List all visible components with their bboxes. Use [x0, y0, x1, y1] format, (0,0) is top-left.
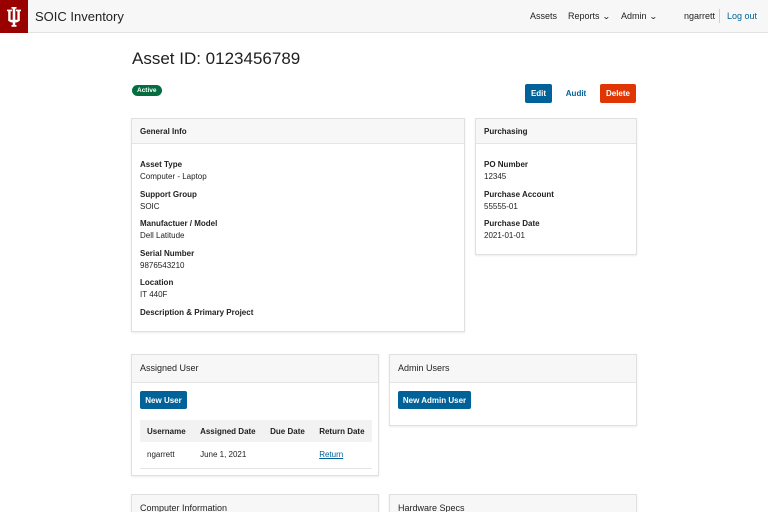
field-asset-type: Asset Type Computer - Laptop: [140, 160, 207, 181]
cell-username: ngarrett: [140, 442, 194, 469]
field-description: Description & Primary Project: [140, 308, 253, 320]
nav-admin-label: Admin: [621, 11, 647, 21]
chevron-down-icon: ⌄: [601, 11, 611, 21]
chevron-down-icon: ⌄: [648, 11, 658, 21]
nav-admin-menu[interactable]: Admin ⌄: [621, 11, 658, 21]
field-value: 2021-01-01: [484, 231, 525, 240]
field-value: Computer - Laptop: [140, 172, 207, 181]
column-assigned-date: Assigned Date: [193, 420, 264, 442]
logout-link[interactable]: Log out: [727, 11, 757, 21]
trident-logo-icon[interactable]: [0, 0, 28, 33]
edit-button[interactable]: Edit: [525, 84, 552, 103]
nav-divider: [719, 9, 720, 23]
field-value: 55555-01: [484, 202, 518, 211]
assigned-user-heading: Assigned User: [132, 355, 378, 383]
column-return-date: Return Date: [312, 420, 372, 442]
field-label: Asset Type: [140, 160, 183, 169]
field-value: 12345: [484, 172, 507, 181]
table-header-row: Username Assigned Date Due Date Return D…: [140, 420, 372, 442]
field-purchase-date: Purchase Date 2021-01-01: [484, 219, 540, 240]
general-info-card: General Info Asset Type Computer - Lapto…: [131, 118, 465, 332]
field-manufacturer-model: Manufactuer / Model Dell Latitude: [140, 219, 217, 240]
field-label: Purchase Date: [484, 219, 540, 228]
field-value: 9876543210: [140, 261, 185, 270]
field-value: Dell Latitude: [140, 231, 185, 240]
page-title: Asset ID: 0123456789: [132, 49, 301, 68]
audit-button[interactable]: Audit: [561, 84, 591, 103]
cell-assigned-date: June 1, 2021: [193, 442, 264, 469]
admin-users-heading: Admin Users: [390, 355, 636, 383]
assigned-user-card: Assigned User New User Username Assigned…: [131, 354, 379, 476]
computer-information-card: Computer Information: [131, 494, 379, 512]
field-purchase-account: Purchase Account 55555-01: [484, 190, 554, 211]
assigned-user-table: Username Assigned Date Due Date Return D…: [140, 420, 372, 469]
general-info-heading: General Info: [132, 119, 464, 144]
column-username: Username: [140, 420, 194, 442]
field-label: PO Number: [484, 160, 529, 169]
computer-information-heading: Computer Information: [132, 495, 378, 512]
field-label: Location: [140, 278, 174, 287]
admin-users-card: Admin Users New Admin User: [389, 354, 637, 426]
field-label: Support Group: [140, 190, 197, 199]
hardware-specs-card: Hardware Specs: [389, 494, 637, 512]
app-title[interactable]: SOIC Inventory: [35, 9, 124, 24]
field-label: Serial Number: [140, 249, 195, 258]
nav-assets-label: Assets: [530, 11, 558, 21]
cell-return-date: Return: [312, 442, 372, 469]
field-po-number: PO Number 12345: [484, 160, 528, 181]
field-location: Location IT 440F: [140, 278, 173, 299]
nav-reports-label: Reports: [568, 11, 600, 21]
status-badge: Active: [132, 85, 162, 96]
field-label: Purchase Account: [484, 190, 554, 199]
table-row: ngarrett June 1, 2021 Return: [140, 442, 372, 469]
trident-logo-shape: [7, 6, 21, 27]
current-username: ngarrett: [684, 11, 716, 21]
nav-assets-link[interactable]: Assets: [530, 11, 557, 21]
return-link[interactable]: Return: [319, 450, 343, 459]
new-admin-user-button[interactable]: New Admin User: [398, 391, 471, 409]
field-value: SOIC: [140, 202, 160, 211]
field-label: Description & Primary Project: [140, 308, 254, 317]
nav-reports-menu[interactable]: Reports ⌄: [568, 11, 611, 21]
field-label: Manufactuer / Model: [140, 219, 218, 228]
field-value: IT 440F: [140, 290, 168, 299]
hardware-specs-heading: Hardware Specs: [390, 495, 636, 512]
delete-button[interactable]: Delete: [600, 84, 636, 103]
field-serial-number: Serial Number 9876543210: [140, 249, 194, 270]
new-user-button[interactable]: New User: [140, 391, 187, 409]
field-support-group: Support Group SOIC: [140, 190, 197, 211]
purchasing-card: Purchasing PO Number 12345 Purchase Acco…: [475, 118, 637, 255]
top-navbar: SOIC Inventory Assets Reports ⌄ Admin ⌄ …: [0, 0, 768, 33]
cell-due-date: [263, 442, 313, 469]
purchasing-heading: Purchasing: [476, 119, 636, 144]
column-due-date: Due Date: [263, 420, 313, 442]
